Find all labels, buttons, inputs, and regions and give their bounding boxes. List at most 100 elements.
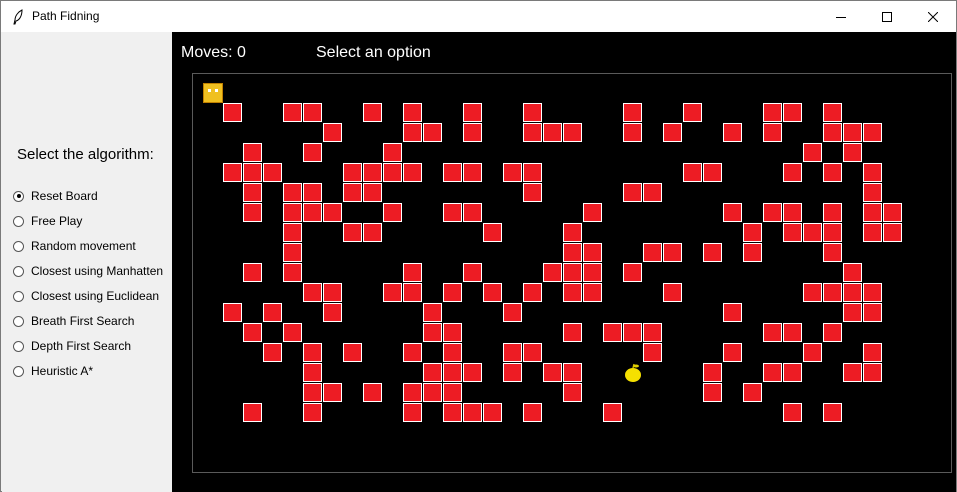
wall-block — [263, 343, 282, 362]
radio-option[interactable]: Heuristic A* — [13, 361, 93, 381]
wall-block — [863, 363, 882, 382]
wall-block — [343, 343, 362, 362]
wall-block — [463, 203, 482, 222]
wall-block — [563, 263, 582, 282]
wall-block — [683, 103, 702, 122]
wall-block — [403, 163, 422, 182]
wall-block — [623, 103, 642, 122]
wall-block — [323, 123, 342, 142]
wall-block — [223, 163, 242, 182]
wall-block — [463, 123, 482, 142]
wall-block — [343, 163, 362, 182]
wall-block — [523, 123, 542, 142]
wall-block — [563, 323, 582, 342]
feather-icon — [13, 9, 23, 25]
wall-block — [443, 383, 462, 402]
wall-block — [303, 383, 322, 402]
wall-block — [363, 183, 382, 202]
radio-option-label: Heuristic A* — [31, 364, 94, 378]
wall-block — [383, 203, 402, 222]
wall-block — [863, 123, 882, 142]
radio-option[interactable]: Closest using Euclidean — [13, 286, 159, 306]
wall-block — [503, 343, 522, 362]
maximize-icon — [882, 11, 892, 22]
wall-block — [623, 183, 642, 202]
wall-block — [823, 123, 842, 142]
wall-block — [543, 123, 562, 142]
radio-option-label: Depth First Search — [31, 339, 132, 353]
maximize-button[interactable] — [864, 1, 910, 32]
radio-option[interactable]: Closest using Manhatten — [13, 261, 163, 281]
radio-button-icon[interactable] — [13, 315, 24, 327]
wall-block — [523, 183, 542, 202]
radio-button-icon[interactable] — [13, 340, 24, 352]
wall-block — [423, 123, 442, 142]
wall-block — [843, 143, 862, 162]
wall-block — [323, 383, 342, 402]
wall-block — [883, 203, 902, 222]
wall-block — [703, 243, 722, 262]
radio-option-label: Closest using Euclidean — [31, 289, 160, 303]
radio-button-icon[interactable] — [13, 215, 24, 227]
wall-block — [703, 383, 722, 402]
radio-option[interactable]: Depth First Search — [13, 336, 131, 356]
wall-block — [563, 363, 582, 382]
wall-block — [283, 263, 302, 282]
wall-block — [523, 163, 542, 182]
radio-button-icon[interactable] — [13, 190, 24, 202]
wall-block — [823, 403, 842, 422]
wall-block — [403, 403, 422, 422]
wall-block — [663, 243, 682, 262]
algorithm-heading: Select the algorithm: — [17, 146, 154, 163]
wall-block — [303, 143, 322, 162]
wall-block — [523, 103, 542, 122]
radio-option[interactable]: Breath First Search — [13, 311, 134, 331]
radio-button-icon[interactable] — [13, 240, 24, 252]
wall-block — [683, 163, 702, 182]
wall-block — [563, 223, 582, 242]
wall-block — [863, 163, 882, 182]
wall-block — [583, 243, 602, 262]
radio-button-icon[interactable] — [13, 265, 24, 277]
wall-block — [263, 303, 282, 322]
wall-block — [603, 403, 622, 422]
algorithm-panel: Select the algorithm: Reset Board Free Pl… — [2, 32, 172, 492]
game-board — [192, 73, 952, 473]
wall-block — [643, 323, 662, 342]
wall-block — [743, 243, 762, 262]
wall-block — [223, 103, 242, 122]
wall-block — [523, 403, 542, 422]
wall-block — [583, 283, 602, 302]
radio-option[interactable]: Reset Board — [13, 186, 98, 206]
wall-block — [363, 103, 382, 122]
minimize-button[interactable] — [818, 1, 864, 32]
wall-block — [443, 343, 462, 362]
radio-option-label: Reset Board — [31, 189, 98, 203]
radio-option[interactable]: Random movement — [13, 236, 136, 256]
close-button[interactable] — [910, 1, 956, 32]
wall-block — [803, 343, 822, 362]
wall-block — [823, 283, 842, 302]
radio-button-icon[interactable] — [13, 290, 24, 302]
wall-block — [803, 283, 822, 302]
wall-block — [763, 203, 782, 222]
wall-block — [523, 343, 542, 362]
wall-block — [303, 363, 322, 382]
wall-block — [443, 403, 462, 422]
wall-block — [883, 223, 902, 242]
wall-block — [863, 203, 882, 222]
radio-button-icon[interactable] — [13, 365, 24, 377]
wall-block — [843, 303, 862, 322]
wall-block — [843, 363, 862, 382]
wall-block — [323, 283, 342, 302]
radio-option[interactable]: Free Play — [13, 211, 82, 231]
wall-block — [723, 303, 742, 322]
wall-block — [463, 263, 482, 282]
wall-block — [743, 223, 762, 242]
wall-block — [563, 283, 582, 302]
wall-block — [543, 263, 562, 282]
wall-block — [283, 203, 302, 222]
wall-block — [643, 243, 662, 262]
wall-block — [243, 323, 262, 342]
wall-block — [763, 363, 782, 382]
